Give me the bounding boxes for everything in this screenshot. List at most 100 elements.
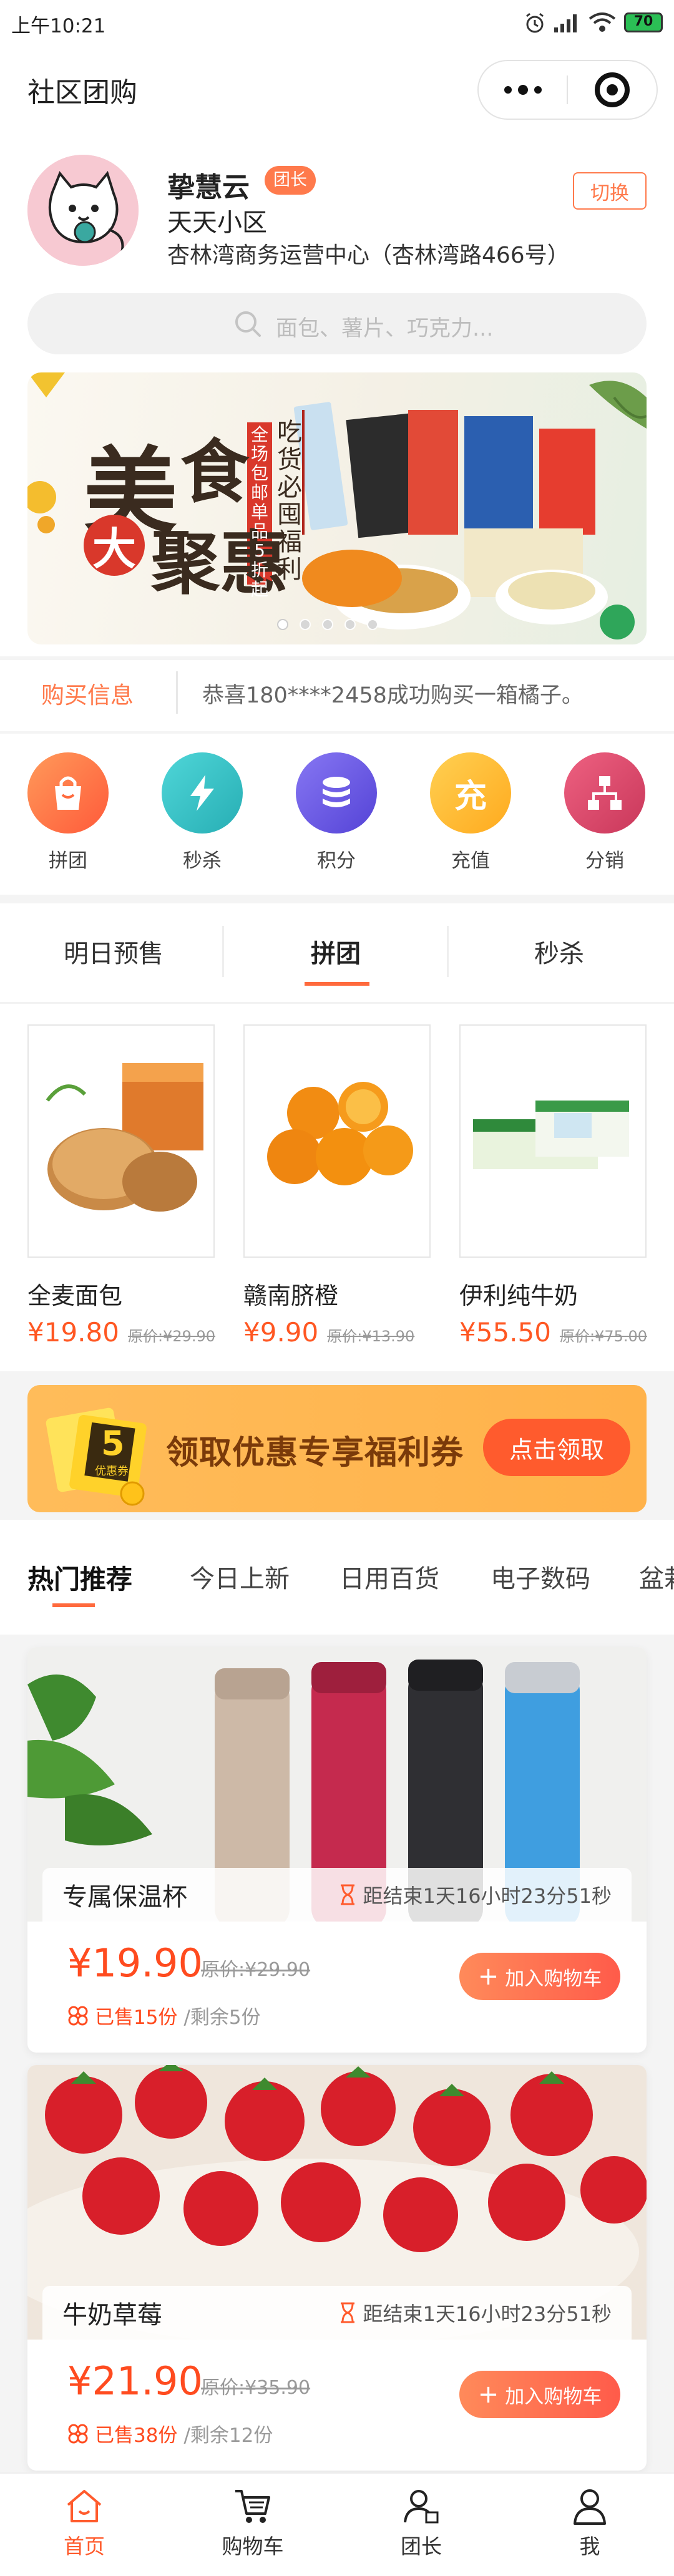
active-category-indicator [52,1603,95,1607]
nav-bar: 社区团购 [0,45,674,134]
recharge-icon: 充 [430,752,511,834]
tab-flash-sale[interactable]: 秒杀 [534,933,584,970]
sold-count: 已售38份 [95,2424,178,2447]
ticker-message[interactable]: 恭喜180****2458成功购买一箱橘子。 [202,678,584,709]
close-program-button[interactable] [568,60,657,120]
alarm-icon [526,12,544,33]
group-icon [68,2006,88,2025]
product-card[interactable]: 伊利纯牛奶 ¥55.50 原价:¥75.00 [459,1024,647,1348]
bottom-tab-bar: 首页 购物车 团长 我 [0,2472,674,2576]
quick-nav-points[interactable]: 积分 [290,752,383,873]
quick-nav-distribution[interactable]: 分销 [558,752,652,873]
countdown: 距结束1天16小时23分51秒 [339,2298,612,2327]
community-address: 杏林湾商务运营中心（杏林湾路466号） [167,243,570,268]
distribution-icon [564,752,645,834]
product-name: 伊利纯牛奶 [459,1282,579,1310]
tab-label: 购物车 [222,2534,284,2559]
banner-vertical-black-text: 吃货必囤福利 [277,418,302,584]
group-buy-section: 明日预售 拼团 秒杀 全麦面包 ¥19.80 原价:¥29.90 赣南脐橙 ¥9… [0,903,674,1371]
active-tab-indicator [305,982,369,986]
user-icon [574,2489,606,2525]
community-name: 天天小区 [167,208,267,237]
sold-count: 已售15份 [95,2006,178,2029]
page-title: 社区团购 [27,77,137,109]
quick-nav-recharge[interactable]: 充 充值 [424,752,517,873]
add-to-cart-button[interactable]: + 加入购物车 [459,2371,620,2418]
category-tab-new[interactable]: 今日上新 [190,1558,290,1595]
ticker-divider [176,671,178,714]
search-icon [235,311,261,337]
more-dots-icon-center [517,85,528,95]
feed-overlay: 专属保温杯 距结束1天16小时23分51秒 [42,1868,632,1922]
remaining-count: /剩余5份 [183,2006,261,2029]
search-input[interactable]: 面包、薯片、巧克力... [27,293,647,354]
quick-nav-label: 分销 [585,850,624,872]
category-tab-hot[interactable]: 热门推荐 [27,1558,132,1597]
claim-coupon-button[interactable]: 点击领取 [483,1419,630,1476]
category-tab-plants[interactable]: 盆栽 [639,1558,674,1595]
tab-leader[interactable]: 团长 [337,2474,506,2576]
banner-dot-1[interactable] [277,619,288,630]
switch-community-button[interactable]: 切换 [573,172,647,210]
banner-dot-2[interactable] [300,619,311,630]
status-time: 上午10:21 [11,15,106,37]
tab-separator [222,926,224,977]
product-image-milk[interactable] [459,1024,647,1258]
banner-vertical-red-text: 全场包邮 单品5折起 [250,424,268,600]
banner-dot-3[interactable] [322,619,333,630]
quick-nav-label: 秒杀 [183,850,222,872]
cart-icon [235,2490,270,2523]
plus-icon: + [477,2380,499,2409]
more-dots-icon [504,86,512,94]
target-icon [595,72,630,107]
feed-image-thermos[interactable]: 专属保温杯 距结束1天16小时23分51秒 [27,1647,647,1922]
quick-nav-flash-sale[interactable]: 秒杀 [155,752,249,873]
category-tab-daily[interactable]: 日用百货 [339,1558,439,1595]
quick-nav-group-buy[interactable]: 拼团 [21,752,115,873]
category-tab-digital[interactable]: 电子数码 [491,1558,590,1595]
banner-dot-5[interactable] [367,619,378,630]
feed-card[interactable]: 专属保温杯 距结束1天16小时23分51秒 ¥19.90 原价:¥29.90 已… [27,1647,647,2053]
section-divider [0,731,674,734]
tab-group-buy[interactable]: 拼团 [311,933,361,970]
avatar[interactable] [27,155,139,266]
coupon-banner[interactable]: 5 优惠券 领取优惠专享福利券 点击领取 [27,1385,647,1512]
role-badge: 团长 [265,166,316,195]
add-to-cart-label: 加入购物车 [505,1967,602,1990]
battery-icon: 70 [624,12,663,32]
product-original-price: 原价:¥29.90 [127,1328,216,1345]
product-original-price: 原价:¥75.00 [559,1328,648,1345]
add-to-cart-button[interactable]: + 加入购物车 [459,1953,620,2000]
cat-avatar-icon [27,155,139,266]
product-image-bread[interactable] [27,1024,215,1258]
tab-separator [447,926,449,977]
product-name: 赣南脐橙 [243,1282,339,1310]
product-name: 全麦面包 [27,1282,123,1310]
tab-presale[interactable]: 明日预售 [64,933,164,970]
hourglass-icon [341,2302,355,2323]
promo-banner[interactable]: 美 食 大 聚惠 全场包邮 单品5折起 吃货必囤福利 [27,372,647,644]
product-price: ¥9.90 [243,1317,319,1348]
tab-home[interactable]: 首页 [0,2474,168,2576]
more-menu-button[interactable] [479,60,567,120]
countdown-text: 距结束1天16小时23分51秒 [363,1884,612,1908]
banner-dot-4[interactable] [344,619,356,630]
status-bar: 上午10:21 70 [0,0,674,45]
product-card[interactable]: 赣南脐橙 ¥9.90 原价:¥13.90 [243,1024,431,1348]
quick-nav-label: 拼团 [49,850,87,872]
home-header-section: 挚慧云 团长 天天小区 杏林湾商务运营中心（杏林湾路466号） 切换 面包、薯片… [0,134,674,895]
tab-me[interactable]: 我 [506,2474,674,2576]
sales-info: 已售15份/剩余5份 [67,2001,261,2029]
feed-image-strawberries[interactable]: 牛奶草莓 距结束1天16小时23分51秒 [27,2065,647,2340]
quick-nav-label: 充值 [451,850,490,872]
product-image-oranges[interactable] [243,1024,431,1258]
tab-cart[interactable]: 购物车 [168,2474,337,2576]
coupon-badge-text: 优惠券 [95,1465,129,1478]
product-card[interactable]: 全麦面包 ¥19.80 原价:¥29.90 [27,1024,215,1348]
feed-card[interactable]: 牛奶草莓 距结束1天16小时23分51秒 ¥21.90 原价:¥35.90 已售… [27,2065,647,2471]
quick-nav-label: 积分 [317,850,356,872]
banner-pagination[interactable] [277,619,378,630]
countdown-text: 距结束1天16小时23分51秒 [363,2302,612,2326]
category-tabs: 热门推荐 今日上新 日用百货 电子数码 盆栽 [0,1520,674,1635]
section-divider [0,656,674,660]
